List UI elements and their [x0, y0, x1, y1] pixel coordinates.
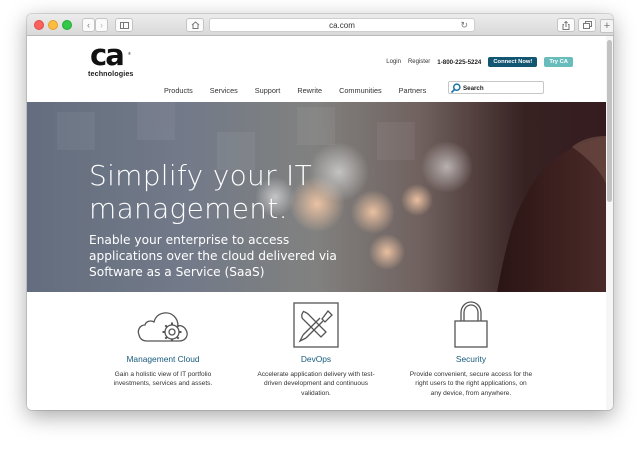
login-link[interactable]: Login — [386, 59, 401, 65]
logo-registered-mark: ® — [128, 51, 131, 56]
feature-title: Management Cloud — [126, 354, 200, 364]
feature-devops[interactable]: DevOps Accelerate application delivery w… — [241, 301, 391, 398]
logo-mark: ca — [90, 38, 125, 72]
hero-subheading-line: Software as a Service (SaaS) — [89, 265, 265, 279]
hero-heading-line: Simplify your IT — [89, 159, 313, 192]
share-icon — [562, 20, 570, 30]
url-text: ca.com — [329, 20, 355, 30]
feature-description: Accelerate application delivery with tes… — [241, 370, 391, 398]
connect-now-button[interactable]: Connect Now! — [488, 57, 538, 67]
wrench-screwdriver-icon — [292, 301, 340, 349]
feature-description-line: driven development and continuous — [263, 380, 369, 388]
try-ca-button[interactable]: Try CA — [544, 57, 573, 67]
main-nav: Products Services Support Rewrite Commun… — [164, 83, 443, 97]
phone-number: 1-800-225-5224 — [437, 58, 482, 66]
feature-title: Security — [455, 354, 487, 364]
nav-item-communities[interactable]: Communities — [339, 86, 382, 95]
search-label: Search — [463, 85, 484, 92]
nav-item-support[interactable]: Support — [255, 86, 281, 95]
hero-subheading-line: applications over the cloud delivered vi… — [89, 249, 337, 263]
browser-window: ‹ › ca.com ↻ ca ® technologies Login Reg… — [27, 14, 613, 410]
feature-management-cloud[interactable]: Management Cloud Gain a holistic view of… — [88, 301, 238, 389]
back-button[interactable]: ‹ — [82, 18, 95, 32]
zoom-window-button[interactable] — [62, 20, 72, 30]
nav-item-rewrite[interactable]: Rewrite — [297, 86, 322, 95]
hero-banner: Simplify your IT management. Enable your… — [27, 102, 606, 292]
feature-description-line: Provide convenient, secure access for th… — [409, 371, 533, 378]
nav-item-services[interactable]: Services — [210, 86, 238, 95]
utility-nav: Login Register 1-800-225-5224 Connect No… — [386, 56, 573, 68]
reload-icon[interactable]: ↻ — [460, 20, 468, 31]
feature-description-line: right users to the right applications, o… — [415, 380, 527, 388]
feature-description-line: validation. — [301, 389, 331, 397]
tabs-button[interactable] — [578, 18, 596, 32]
hero-subheading: Enable your enterprise to access applica… — [89, 232, 337, 280]
search-input[interactable]: Search — [448, 81, 544, 94]
feature-description-line: investments, services and assets. — [113, 380, 213, 388]
browser-toolbar: ‹ › ca.com ↻ — [27, 14, 613, 36]
feature-description-line: Accelerate application delivery with tes… — [257, 371, 375, 378]
plus-icon: + — [603, 20, 611, 32]
tabs-icon — [582, 21, 592, 29]
feature-description: Provide convenient, secure access for th… — [396, 370, 546, 398]
feature-security[interactable]: Security Provide convenient, secure acce… — [396, 301, 546, 398]
feature-title: DevOps — [300, 354, 332, 364]
hero-heading-line: management. — [89, 192, 288, 225]
forward-button[interactable]: › — [95, 18, 108, 32]
web-page: ca ® technologies Login Register 1-800-2… — [27, 36, 606, 410]
scrollbar-thumb[interactable] — [607, 40, 612, 202]
search-icon — [451, 83, 461, 93]
nav-item-products[interactable]: Products — [164, 86, 193, 95]
share-button[interactable] — [557, 18, 575, 32]
nav-item-partners[interactable]: Partners — [399, 86, 427, 95]
new-tab-button[interactable]: + — [600, 19, 614, 33]
padlock-icon — [453, 301, 489, 349]
ca-technologies-logo[interactable]: ca ® technologies — [88, 38, 142, 80]
chevron-right-icon: › — [100, 20, 103, 30]
feature-description-line: Gain a holistic view of IT portfolio — [114, 371, 212, 378]
feature-description: Gain a holistic view of IT portfolio inv… — [88, 370, 238, 389]
sidebar-button[interactable] — [115, 18, 133, 32]
feature-description-line: any device, from anywhere. — [430, 389, 512, 397]
chevron-left-icon: ‹ — [87, 20, 90, 30]
home-icon — [191, 21, 199, 29]
home-button[interactable] — [186, 18, 204, 32]
register-link[interactable]: Register — [408, 59, 430, 65]
close-window-button[interactable] — [34, 20, 44, 30]
cloud-gear-icon — [135, 301, 191, 349]
hero-heading: Simplify your IT management. — [89, 159, 312, 225]
address-bar[interactable]: ca.com ↻ — [209, 18, 475, 32]
logo-tagline: technologies — [88, 69, 134, 78]
minimize-window-button[interactable] — [48, 20, 58, 30]
hero-subheading-line: Enable your enterprise to access — [89, 233, 290, 247]
sidebar-icon — [119, 21, 129, 29]
